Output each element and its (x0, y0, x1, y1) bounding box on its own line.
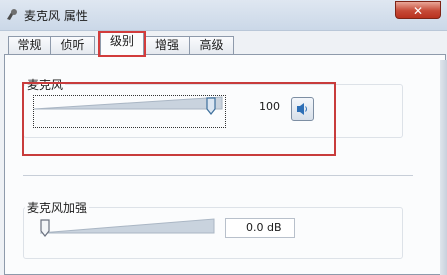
boost-value-field: 0.0 dB (225, 218, 295, 238)
boost-slider-track[interactable] (40, 218, 216, 234)
section-divider (23, 175, 413, 176)
tab-listen[interactable]: 侦听 (50, 36, 95, 54)
window-edge (440, 60, 447, 275)
tab-highlight-frame (98, 31, 146, 57)
microphone-highlight-frame (22, 82, 336, 156)
boost-label: 麦克风加强 (25, 199, 90, 216)
close-button[interactable]: ✕ (395, 1, 441, 19)
window-title: 麦克风 属性 (24, 9, 88, 23)
boost-slider-thumb[interactable] (40, 219, 50, 237)
title-bar: 麦克风 属性 ✕ (0, 0, 447, 31)
tab-enhancements[interactable]: 增强 (144, 36, 190, 54)
tab-advanced[interactable]: 高级 (189, 36, 234, 54)
tab-strip: 常规 侦听 级别 增强 高级 (0, 30, 447, 55)
microphone-icon (7, 9, 17, 20)
tab-general[interactable]: 常规 (8, 36, 51, 54)
